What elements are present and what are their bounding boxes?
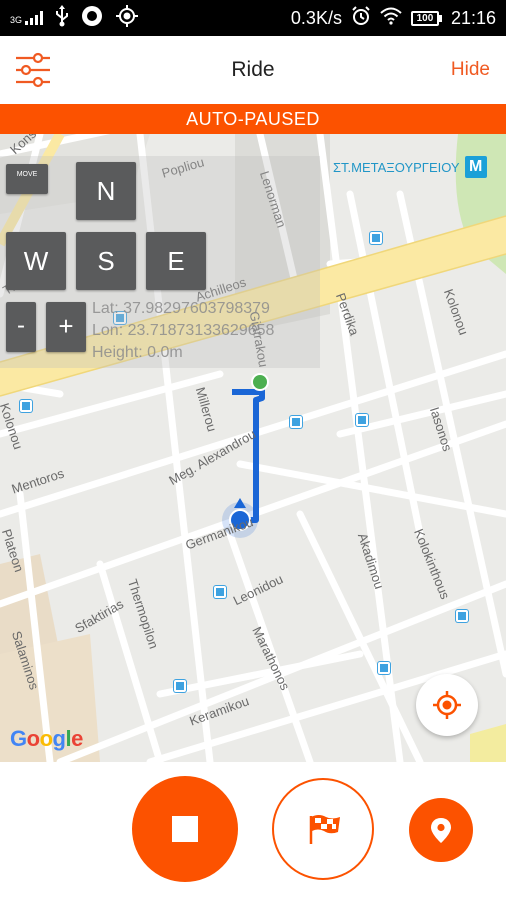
google-logo-letter: G <box>10 726 27 751</box>
zoom-out-button[interactable]: - <box>6 302 36 352</box>
bus-stop-icon[interactable] <box>456 610 468 622</box>
google-logo-letter: e <box>71 726 83 751</box>
move-button[interactable]: MOVE <box>6 164 48 194</box>
latitude-readout: Lat: 37.98297603798379 <box>92 300 270 317</box>
stop-icon <box>172 816 198 842</box>
my-location-button[interactable] <box>416 674 478 736</box>
hide-button[interactable]: Hide <box>451 36 490 104</box>
settings-sliders-button[interactable] <box>14 50 52 90</box>
google-logo: Google <box>10 726 83 752</box>
metro-icon: M <box>464 156 487 178</box>
record-icon <box>81 5 103 32</box>
add-location-pin-button[interactable] <box>409 798 473 862</box>
longitude-readout: Lon: 23.71873133629658 <box>92 322 275 339</box>
bus-stop-icon[interactable] <box>370 232 382 244</box>
page-title: Ride <box>231 58 275 81</box>
google-logo-letter: o <box>39 726 53 751</box>
auto-paused-banner: AUTO-PAUSED <box>0 104 506 134</box>
coordinate-readout: Lat: 37.98297603798379 Lon: 23.718731336… <box>92 298 274 364</box>
east-button[interactable]: E <box>146 232 206 290</box>
sliders-icon <box>16 52 50 88</box>
signal-label: 3G <box>10 15 23 25</box>
bus-stop-icon[interactable] <box>214 586 226 598</box>
zoom-in-button[interactable]: + <box>46 302 86 352</box>
route-start-marker <box>251 373 269 391</box>
status-right: 0.3K/s 100 21:16 <box>291 0 496 36</box>
map-view[interactable]: Konstant Popliou Lenorman Achilleos Giat… <box>0 134 506 762</box>
screen: 3G 0.3K/s 100 21:16 Ride Hide AUTO-PAUSE… <box>0 0 506 900</box>
status-bar: 3G 0.3K/s 100 21:16 <box>0 0 506 36</box>
bus-stop-icon[interactable] <box>378 662 390 674</box>
metro-station-label[interactable]: ΣΤ.ΜΕΤΑΞΟΥΡΓΕΙΟΥ M <box>333 156 487 178</box>
bus-stop-icon[interactable] <box>20 400 32 412</box>
west-button[interactable]: W <box>6 232 66 290</box>
bus-stop-icon[interactable] <box>290 416 302 428</box>
battery-icon: 100 <box>410 10 442 26</box>
south-button[interactable]: S <box>76 232 136 290</box>
google-logo-letter: g <box>52 726 66 751</box>
flag-icon <box>309 815 340 844</box>
signal-icon: 3G <box>10 11 44 25</box>
gps-icon <box>115 4 139 33</box>
stop-button[interactable] <box>132 776 238 882</box>
usb-icon <box>55 4 69 32</box>
clock: 21:16 <box>450 7 496 28</box>
status-left: 3G <box>10 0 139 36</box>
bus-stop-icon[interactable] <box>174 680 186 692</box>
wifi-icon <box>380 7 402 30</box>
network-speed: 0.3K/s <box>290 7 342 28</box>
metro-station-name: ΣΤ.ΜΕΤΑΞΟΥΡΓΕΙΟΥ <box>333 159 460 175</box>
my-location-icon <box>433 691 461 719</box>
app-bar: Ride Hide <box>0 36 506 104</box>
alarm-icon <box>351 5 371 31</box>
north-button[interactable]: N <box>76 162 136 220</box>
bus-stop-icon[interactable] <box>356 414 368 426</box>
height-readout: Height: 0.0m <box>92 344 183 361</box>
google-logo-letter: o <box>26 726 40 751</box>
lap-flag-button[interactable] <box>272 778 374 880</box>
bottom-controls <box>0 762 506 900</box>
battery-level: 100 <box>410 10 439 26</box>
map-pin-icon <box>431 818 451 843</box>
